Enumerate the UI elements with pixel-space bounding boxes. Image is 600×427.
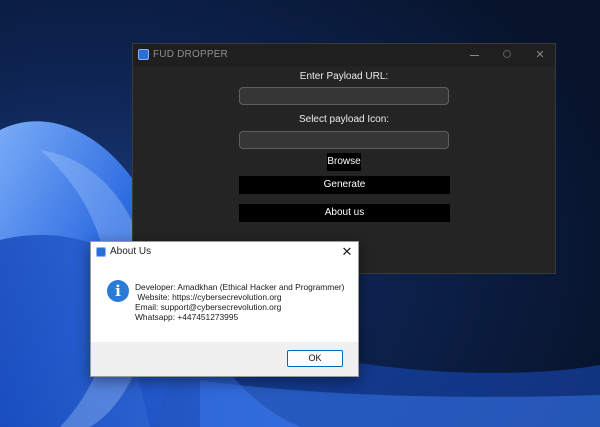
window-title: FUD DROPPER [153,49,228,60]
browse-button[interactable]: Browse [327,153,361,171]
ok-button[interactable]: OK [287,350,343,367]
dialog-message: Developer: Amadkhan (Ethical Hacker and … [135,282,355,322]
about-dialog: About Us ✕ i Developer: Amadkhan (Ethica… [90,241,359,377]
dialog-title: About Us [110,246,152,257]
dialog-footer: OK [91,342,358,376]
close-icon[interactable]: ✕ [525,45,555,65]
email-line: Email: support@cybersecrevolution.org [135,302,282,312]
developer-line: Developer: Amadkhan (Ethical Hacker and … [135,282,345,292]
info-icon: i [107,280,129,302]
payload-icon-label: Select payload Icon: [298,114,390,125]
maximize-icon[interactable] [492,45,522,65]
dialog-title-bar[interactable]: About Us ✕ [91,242,358,262]
payload-icon-input[interactable] [239,131,449,149]
title-bar[interactable]: FUD DROPPER ✕ [133,44,555,66]
main-window: FUD DROPPER ✕ Enter Payload URL: Select … [132,43,556,274]
minimize-icon[interactable] [459,45,489,65]
app-icon [96,247,106,257]
whatsapp-line: Whatsapp: +447451273995 [135,312,239,322]
about-us-button[interactable]: About us [239,204,450,222]
app-icon [138,49,149,60]
close-icon[interactable]: ✕ [337,242,357,262]
payload-url-input[interactable] [239,87,449,105]
generate-button[interactable]: Generate [239,176,450,194]
website-line: Website: https://cybersecrevolution.org [135,292,282,302]
payload-url-label: Enter Payload URL: [299,71,389,82]
